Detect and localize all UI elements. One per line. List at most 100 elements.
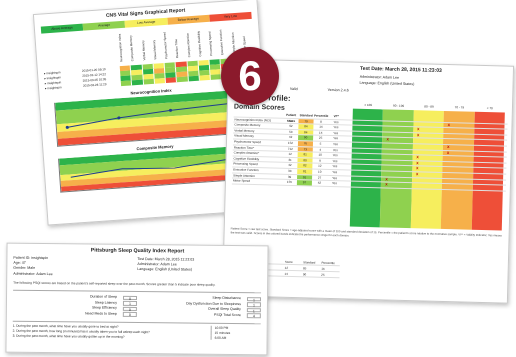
score-explanation: Patient Score = raw test score. Standard… [230, 226, 502, 238]
sleep-score-label: Need Meds to Sleep [85, 311, 117, 316]
score-cell [188, 75, 200, 82]
sleep-info-line: Administrator: Adam Lee [13, 271, 53, 276]
validity: Yes [332, 164, 338, 169]
domain-col-header: Percentile [313, 113, 329, 118]
standard-score: 90 [298, 135, 314, 141]
patient-score: 152 [287, 140, 294, 145]
subtable-cell: Percentile [321, 260, 335, 266]
sleep-score-value: 4 [246, 313, 261, 319]
validity: Yes [332, 158, 338, 163]
sleep-info-line: Language: English (United States) [137, 267, 193, 272]
sleep-score-value: 1 [246, 296, 262, 302]
score-cell [120, 80, 133, 87]
percentile: 10 [318, 152, 322, 157]
sleep-answer: 6:00 AM [210, 335, 261, 341]
sleep-score-value: 1 [246, 302, 261, 307]
patient-score: 12 [288, 152, 292, 157]
sleep-info-left: Patient ID: insightspin Age: 47 Gender: Ma… [13, 256, 137, 278]
sleep-score-value: 1 [122, 300, 137, 306]
subtable-cell: 85 [302, 266, 307, 271]
sleep-score-row: PSQI Total Score 4 [137, 312, 261, 319]
percentile: 27 [317, 175, 322, 180]
percentile: 14 [319, 130, 323, 135]
subtable-cell: 90 [302, 272, 307, 277]
sleep-quality-report-page: Pittsburgh Sleep Quality Index Report Pa… [5, 242, 269, 356]
sleep-scores-right: Sleep Disturbance 1 Day Dysfunction Due to… [137, 295, 262, 319]
validity: Yes [332, 153, 338, 158]
score-cell [176, 76, 189, 83]
patient-score: 31 [288, 157, 292, 162]
percentile: 25 [318, 136, 323, 141]
sleep-score-label: PSQI Total Score [214, 312, 241, 317]
percentile: 5 [319, 141, 322, 146]
score-cell [131, 79, 144, 86]
sleep-note: The following PSQI scores are based on t… [13, 280, 216, 287]
sleep-score-value: 0 [122, 312, 137, 317]
standard-score: 79 [298, 118, 314, 124]
subtable-cell: Score [284, 259, 293, 265]
validity: Yes [333, 119, 339, 124]
subtable-cell: Standard [303, 260, 316, 265]
sleep-score-value: 1 [246, 307, 261, 313]
standard-score: 80 [297, 157, 313, 163]
validity: Yes [332, 147, 338, 152]
patient-score: 33 [288, 168, 292, 173]
patient-score: 39 [287, 174, 292, 179]
patient-score: 42 [288, 135, 293, 140]
band-header: < 70 [486, 106, 493, 111]
validity: Yes [333, 130, 339, 135]
validity: Yes [332, 175, 338, 180]
validity: Yes [332, 169, 338, 175]
subtable-cell: 12 [284, 265, 289, 270]
status-item: Version 2.4.6 [327, 87, 349, 93]
domain-col-header: VI** [333, 114, 339, 119]
band-header: 90 - 109 [393, 103, 405, 108]
patient-score: 50 [289, 129, 293, 134]
standard-score: 84 [298, 129, 314, 135]
standard-score: 97 [296, 180, 312, 186]
percentile: 12 [318, 164, 322, 169]
percentile: 42 [317, 180, 322, 185]
sleep-score-value: 0 [122, 306, 137, 312]
status-item: Valid [289, 86, 298, 92]
sleep-score-value: 0 [122, 295, 138, 300]
patient-score: 92 [289, 124, 293, 129]
score-marker: X [385, 182, 388, 187]
sleep-report-title: Pittsburgh Sleep Quality Index Report [90, 247, 185, 255]
percentile: 9 [319, 158, 321, 163]
percentile: 8 [320, 119, 322, 124]
domain-col-header: Standard Score [299, 113, 313, 123]
patient-score: 712 [287, 146, 293, 151]
patient-score: 42 [288, 163, 292, 168]
validity: Yes [332, 142, 338, 147]
sleep-info-right: Test Date: March 28, 2015 11:23:03 Admini… [137, 257, 261, 279]
percentile: 10 [318, 169, 322, 174]
sleep-score-row: Need Meds to Sleep 0 [13, 310, 137, 317]
band-header: > 109 [364, 102, 373, 108]
standard-score: 73 [297, 146, 313, 152]
band-header: 70 - 79 [454, 105, 465, 110]
score-cell [154, 77, 167, 84]
score-cell [143, 78, 155, 85]
sleep-scores-left: Duration of Sleep 0 Sleep Latency 1 Sleep Ef… [13, 294, 138, 318]
validity: Yes [331, 181, 337, 186]
number-badge: 6 [221, 47, 279, 105]
patient-score: 155 [286, 180, 292, 185]
sleep-question: 3. During the past month, what time have… [12, 333, 125, 339]
standard-score: 81 [297, 169, 313, 175]
subtable-cell: 14 [284, 271, 288, 276]
standard-score: 91 [297, 174, 313, 180]
validity: Yes [333, 125, 339, 130]
percentile: 14 [319, 124, 323, 129]
standard-score: 84 [298, 124, 314, 130]
band-header: 80 - 89 [424, 104, 434, 109]
patient-score: NA [288, 118, 294, 123]
standard-score: 82 [297, 163, 313, 169]
standard-score: 81 [297, 152, 313, 158]
subtable-cell: 16 [321, 266, 325, 271]
validity: Yes [333, 136, 339, 141]
domain-score-table: Patient ScoreStandard ScorePercentile VI*… [231, 111, 508, 192]
score-cell [199, 74, 211, 81]
domain-col-header: Patient Score [286, 112, 297, 123]
sleep-questions: 1. During the past month, what time have… [12, 321, 261, 341]
